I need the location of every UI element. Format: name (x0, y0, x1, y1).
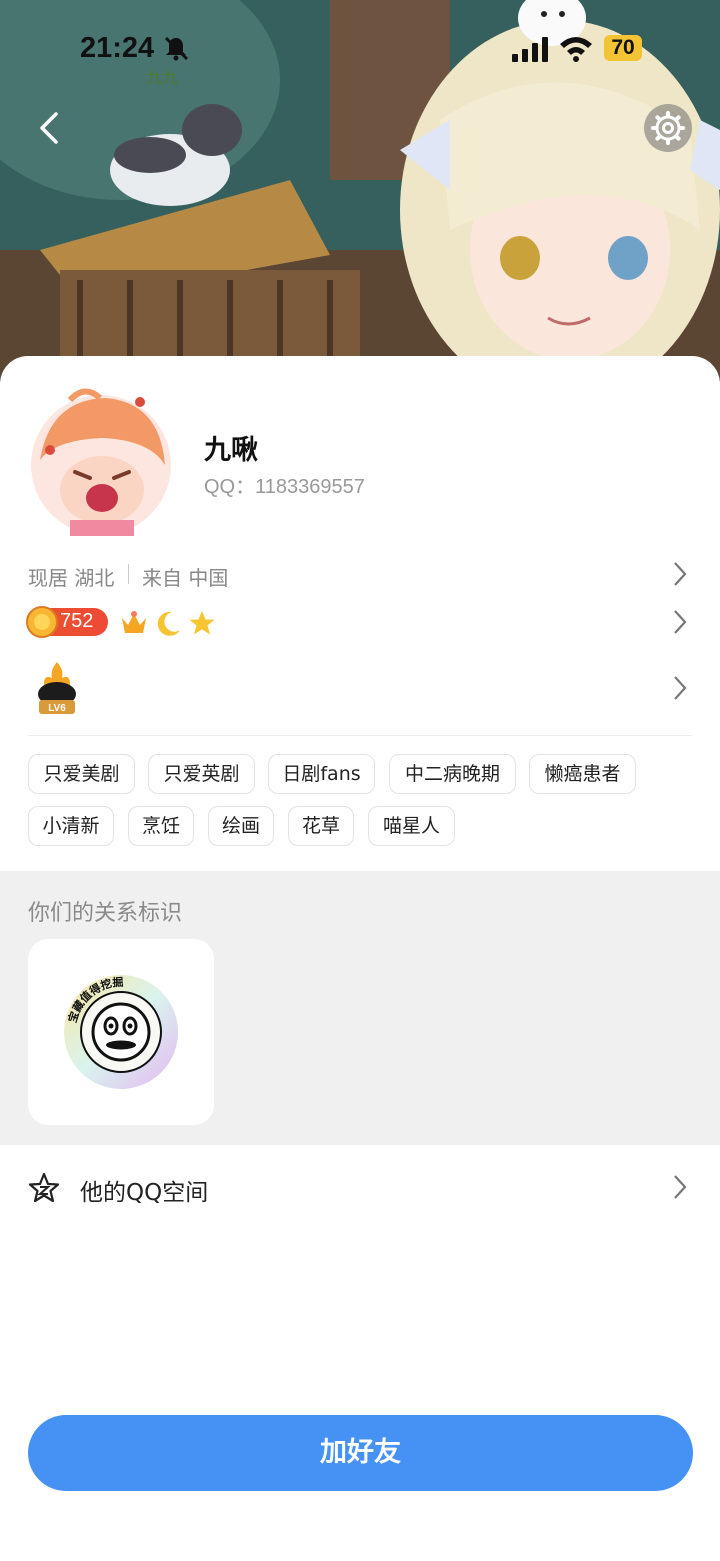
qzone-star-icon (28, 1172, 60, 1203)
qq-number: QQ：1183369557 (204, 476, 365, 498)
star-icon (189, 611, 215, 635)
coin-badge: 752 (26, 606, 108, 638)
relation-badge-card[interactable]: 宝藏值得挖掘 (28, 939, 214, 1125)
chevron-right-icon (674, 610, 687, 634)
lv-badge-text: LV6 (48, 703, 66, 714)
interest-tag[interactable]: 日剧fans (268, 754, 375, 794)
qzone-label: 他的QQ空间 (80, 1180, 209, 1206)
coin-icon (26, 606, 58, 638)
interest-tag[interactable]: 中二病晚期 (389, 754, 516, 794)
avatar[interactable] (30, 380, 172, 536)
chevron-right-icon (674, 562, 687, 586)
battery-indicator: 70 (604, 35, 642, 61)
chevron-right-icon (674, 676, 687, 700)
gear-icon (651, 111, 685, 145)
level-row[interactable]: 752 (0, 604, 720, 640)
interest-tag[interactable]: 花草 (288, 806, 354, 846)
relation-section: 你们的关系标识 宝藏值得挖掘 (0, 871, 720, 1145)
status-bar: 21:24 九九 70 (0, 0, 720, 100)
relation-title: 你们的关系标识 (28, 901, 183, 926)
moon-icon (157, 611, 180, 636)
location-row[interactable]: 现居 湖北 来自 中国 (0, 556, 720, 592)
crown-icon (122, 611, 146, 633)
interest-tag[interactable]: 只爱美剧 (28, 754, 135, 794)
coin-value: 752 (60, 610, 94, 632)
lv-badge-icon: LV6 (38, 662, 76, 714)
status-time: 21:24 (80, 32, 155, 64)
section-divider (28, 735, 692, 736)
interest-tag[interactable]: 绘画 (208, 806, 274, 846)
interest-tag[interactable]: 小清新 (28, 806, 114, 846)
interest-tag[interactable]: 烹饪 (128, 806, 194, 846)
wifi-icon (560, 37, 592, 62)
interest-tag[interactable]: 只爱英剧 (148, 754, 255, 794)
signal-icon (512, 37, 548, 62)
chevron-right-icon (674, 1175, 687, 1199)
bell-muted-icon (164, 36, 189, 61)
carrier-label: 九九 (146, 68, 179, 87)
qzone-row[interactable]: 他的QQ空间 (0, 1146, 720, 1228)
interest-tag[interactable]: 喵星人 (368, 806, 455, 846)
relation-badge-icon: 宝藏值得挖掘 (64, 975, 178, 1089)
settings-button[interactable] (644, 104, 692, 152)
hometown: 来自 中国 (142, 566, 229, 590)
nickname: 九啾 (204, 435, 258, 466)
vip-badge-row[interactable]: LV6 (0, 656, 720, 720)
current-location: 现居 湖北 (28, 566, 115, 590)
back-icon[interactable] (30, 108, 70, 148)
add-friend-button[interactable]: 加好友 (28, 1415, 693, 1491)
interest-tag[interactable]: 懒癌患者 (529, 754, 636, 794)
location-divider (128, 564, 129, 584)
